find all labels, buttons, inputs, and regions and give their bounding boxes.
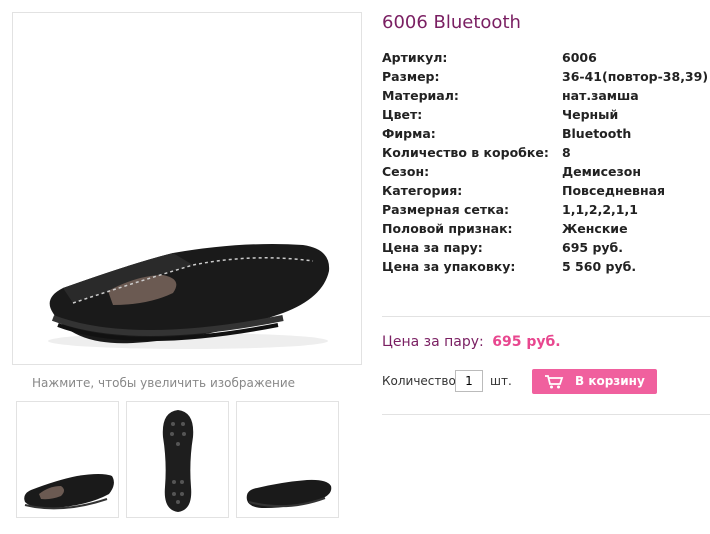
thumbnail-sole-view[interactable]	[126, 401, 229, 518]
spec-value: 36-41(повтор-38,39)	[562, 69, 709, 84]
specs-table: Артикул: 6006 Размер: 36-41(повтор-38,39) …	[382, 48, 708, 276]
spec-value: 695 руб.	[562, 240, 624, 255]
spec-label: Цвет:	[382, 107, 423, 122]
spec-row: Фирма: Bluetooth	[382, 124, 708, 143]
spec-row: Размер: 36-41(повтор-38,39)	[382, 67, 708, 86]
divider	[382, 414, 710, 415]
spec-row: Половой признак: Женские	[382, 219, 708, 238]
spec-row: Категория: Повседневная	[382, 181, 708, 200]
spec-row: Материал: нат.замша	[382, 86, 708, 105]
spec-value: 5 560 руб.	[562, 259, 637, 274]
spec-value: 1,1,2,2,1,1	[562, 202, 638, 217]
spec-row: Цена за пару: 695 руб.	[382, 238, 708, 257]
spec-label: Количество в коробке:	[382, 145, 549, 160]
price-line: Цена за пару: 695 руб.	[382, 334, 561, 350]
spec-label: Категория:	[382, 183, 463, 198]
shoe-image	[48, 244, 330, 349]
spec-label: Размерная сетка:	[382, 202, 510, 217]
spec-value: Женские	[562, 221, 628, 236]
spec-row: Сезон: Демисезон	[382, 162, 708, 181]
spec-row: Количество в коробке: 8	[382, 143, 708, 162]
price-value: 695 руб.	[492, 334, 561, 350]
spec-label: Цена за упаковку:	[382, 259, 516, 274]
shoe-sole-thumbnail	[162, 410, 194, 512]
product-title: 6006 Bluetooth	[382, 12, 521, 33]
thumbnail-side-view[interactable]	[16, 401, 119, 518]
add-to-cart-label: В корзину	[575, 374, 645, 388]
spec-value: нат.замша	[562, 88, 639, 103]
spec-value: Демисезон	[562, 164, 641, 179]
spec-label: Цена за пару:	[382, 240, 483, 255]
spec-value: Повседневная	[562, 183, 666, 198]
spec-label: Размер:	[382, 69, 440, 84]
spec-row: Цвет: Черный	[382, 105, 708, 124]
spec-value: 8	[562, 145, 571, 160]
shoe-rear-thumbnail	[246, 479, 332, 508]
spec-label: Фирма:	[382, 126, 436, 141]
price-label: Цена за пару:	[382, 334, 484, 350]
spec-value: Черный	[562, 107, 619, 122]
spec-row: Цена за упаковку: 5 560 руб.	[382, 257, 708, 276]
spec-label: Материал:	[382, 88, 459, 103]
divider	[382, 316, 710, 317]
main-product-image[interactable]	[12, 12, 362, 365]
spec-value: 6006	[562, 50, 597, 65]
cart-icon	[544, 374, 564, 392]
spec-label: Сезон:	[382, 164, 430, 179]
spec-label: Артикул:	[382, 50, 448, 65]
spec-row: Размерная сетка: 1,1,2,2,1,1	[382, 200, 708, 219]
spec-value: Bluetooth	[562, 126, 632, 141]
shoe-side-thumbnail	[24, 474, 114, 510]
quantity-input[interactable]	[455, 370, 483, 392]
thumbnail-rear-view[interactable]	[236, 401, 339, 518]
quantity-unit: шт.	[490, 374, 512, 388]
spec-label: Половой признак:	[382, 221, 513, 236]
spec-row: Артикул: 6006	[382, 48, 708, 67]
quantity-label: Количество	[382, 374, 456, 388]
zoom-hint: Нажмите, чтобы увеличить изображение	[32, 376, 296, 390]
add-to-cart-button[interactable]: В корзину	[532, 369, 657, 394]
